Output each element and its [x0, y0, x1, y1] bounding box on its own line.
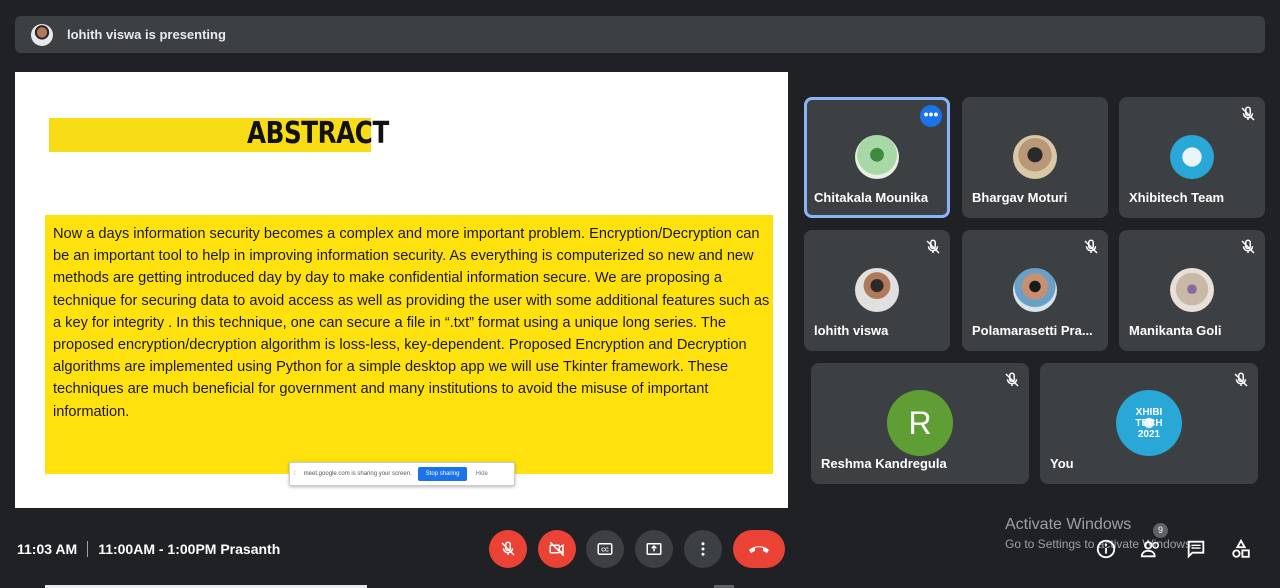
captions-icon: CC — [597, 543, 613, 555]
participant-avatar — [1170, 268, 1214, 312]
meeting-details-icon[interactable] — [1095, 538, 1117, 560]
xhibitech-logo-avatar — [1170, 135, 1214, 179]
mic-off-icon — [1084, 239, 1098, 254]
logo-line1: XHIBI — [1135, 406, 1163, 418]
camera-off-button[interactable] — [538, 530, 576, 568]
participant-name: You — [1050, 456, 1074, 471]
stop-sharing-button[interactable]: Stop sharing — [417, 467, 468, 481]
captions-button[interactable]: CC — [586, 530, 624, 568]
participant-avatar — [855, 135, 899, 179]
participant-tile[interactable]: Polamarasetti Pra... — [962, 230, 1108, 351]
presentation-slide: ABSTRACT Now a days information security… — [15, 72, 788, 508]
meeting-details: 11:00AM - 1:00PM Prasanth — [98, 541, 281, 557]
participant-avatar — [855, 268, 899, 312]
present-screen-button[interactable] — [635, 530, 673, 568]
participant-initial-avatar: R — [887, 390, 953, 456]
chat-icon[interactable] — [1185, 538, 1207, 560]
participant-name: Polamarasetti Pra... — [972, 323, 1093, 338]
hide-share-bar-button[interactable]: Hide — [475, 471, 487, 477]
svg-text:CC: CC — [601, 547, 609, 553]
participant-name: lohith viswa — [814, 323, 889, 338]
mic-off-icon — [1241, 239, 1255, 254]
presenting-banner: lohith viswa is presenting — [15, 16, 1265, 53]
logo-line3: 2021 — [1137, 428, 1161, 440]
activities-icon[interactable] — [1230, 538, 1252, 560]
participant-name: Chitakala Mounika — [814, 190, 929, 205]
more-options-button[interactable] — [684, 530, 722, 568]
meeting-info: 11:03 AM 11:00AM - 1:00PM Prasanth — [17, 541, 280, 557]
more-options-icon[interactable]: ••• — [920, 105, 942, 127]
participant-name: Xhibitech Team — [1129, 190, 1225, 205]
participant-name: Reshma Kandregula — [821, 456, 947, 471]
mic-off-icon — [1005, 372, 1019, 387]
participant-tile[interactable]: Manikanta Goli — [1119, 230, 1265, 351]
more-vert-icon — [701, 542, 705, 556]
participant-tile[interactable]: Xhibitech Team — [1119, 97, 1265, 218]
participant-tile[interactable]: lohith viswa — [804, 230, 950, 351]
mic-off-icon — [1241, 106, 1255, 121]
microphone-off-button[interactable] — [489, 530, 527, 568]
current-time: 11:03 AM — [17, 541, 78, 557]
camera-off-icon — [549, 541, 565, 557]
presenting-text: lohith viswa is presenting — [67, 27, 226, 42]
abstract-text: Now a days information security becomes … — [53, 226, 770, 420]
participant-name: Bhargav Moturi — [972, 190, 1068, 205]
xhibitech-logo-avatar: XHIBI TECH 2021 — [1116, 390, 1182, 456]
participant-tile[interactable]: ••• Chitakala Mounika — [804, 97, 950, 218]
presenter-avatar — [31, 23, 53, 46]
mic-off-icon — [1234, 372, 1248, 387]
participant-tile[interactable]: XHIBI TECH 2021 You — [1040, 363, 1258, 484]
participant-tile[interactable]: R Reshma Kandregula — [811, 363, 1029, 484]
hang-up-icon — [749, 546, 769, 553]
leave-call-button[interactable] — [733, 530, 785, 568]
mic-off-icon — [926, 239, 940, 254]
divider — [87, 541, 89, 557]
participant-avatar — [1013, 268, 1057, 312]
mic-off-icon — [501, 541, 515, 556]
slide-title: ABSTRACT — [247, 116, 389, 151]
present-icon — [646, 543, 662, 555]
logo-line2: TECH — [1135, 417, 1163, 429]
drag-handle-icon[interactable]: ⁞ — [294, 471, 296, 477]
participant-name: Manikanta Goli — [1129, 323, 1222, 338]
screen-share-bar: ⁞ meet.google.com is sharing your screen… — [289, 462, 515, 486]
share-message: meet.google.com is sharing your screen. — [303, 471, 412, 477]
participant-tile[interactable]: Bhargav Moturi — [962, 97, 1108, 218]
participant-avatar — [1013, 135, 1057, 179]
people-icon[interactable] — [1140, 538, 1162, 560]
people-count-badge: 9 — [1153, 523, 1168, 538]
